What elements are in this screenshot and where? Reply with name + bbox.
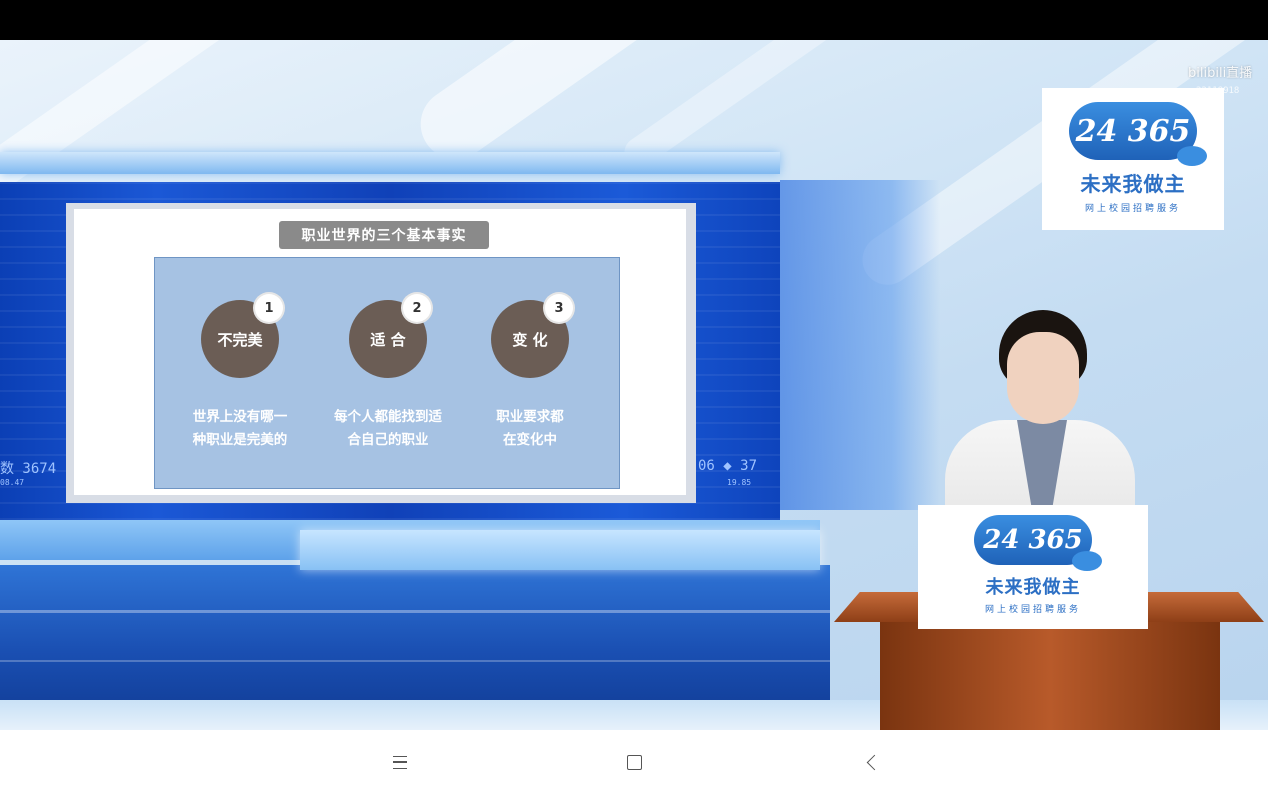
watermark-id: 22118918: [1196, 86, 1240, 96]
menu-button[interactable]: [380, 742, 420, 782]
studio-side-panel: [780, 180, 940, 510]
fact-circle: 变 化 3: [491, 294, 573, 378]
studio-desk-light: [300, 530, 820, 570]
fact-description: 世界上没有哪一 种职业是完美的: [192, 409, 288, 448]
status-bar: [0, 0, 1268, 40]
fact-label: 适 合: [370, 330, 406, 349]
chevron-left-icon: [866, 754, 882, 770]
fact-item: 变 化 3 职业要求都 在变化中: [455, 294, 605, 452]
square-home-icon: [626, 754, 642, 770]
fact-item: 适 合 2 每个人都能找到适 合自己的职业: [313, 294, 463, 452]
desk-stripe: [0, 660, 830, 662]
logo-subtitle: 网上校园招聘服务: [1084, 204, 1181, 214]
cloud-logo-icon: 24 365: [974, 515, 1102, 571]
home-button[interactable]: [614, 742, 654, 782]
fact-number-badge: 3: [545, 294, 573, 322]
logo-subtitle: 网上校园招聘服务: [984, 605, 1081, 615]
fact-item: 不完美 1 世界上没有哪一 种职业是完美的: [165, 294, 315, 452]
presenter-face: [1007, 332, 1079, 424]
android-navigation-bar: [0, 730, 1268, 793]
podium: [880, 622, 1220, 730]
cloud-logo-icon: 24 365: [1069, 102, 1207, 166]
logo-number: 24 365: [983, 525, 1083, 555]
fact-circle: 不完美 1: [201, 294, 283, 378]
slide-title: 职业世界的三个基本事实: [279, 221, 489, 249]
studio-desk: [0, 565, 830, 710]
presentation-slide: 职业世界的三个基本事实 不完美 1 世界上没有哪一 种职业是完美的 适 合 2 …: [66, 203, 696, 503]
presenter: [945, 310, 1135, 560]
ticker-right-small: 19.85: [727, 478, 752, 487]
fact-description: 职业要求都 在变化中: [496, 409, 564, 448]
fact-description: 每个人都能找到适 合自己的职业: [334, 409, 442, 448]
logo-title: 未来我做主: [985, 577, 1081, 598]
desk-stripe: [0, 610, 830, 613]
video-player[interactable]: 数 3674 08.47 06 ◆ 37 19.85 职业世界的三个基本事实 不…: [0, 40, 1268, 730]
brand-logo-podium: 24 365 未来我做主 网上校园招聘服务: [918, 505, 1148, 629]
ticker-left: 数 3674: [0, 461, 57, 477]
ticker-left-small: 08.47: [0, 478, 25, 487]
brand-logo-top: 24 365 未来我做主 网上校园招聘服务: [1042, 88, 1224, 230]
ticker-right: 06 ◆ 37: [698, 458, 758, 474]
slide-content: 职业世界的三个基本事实 不完美 1 世界上没有哪一 种职业是完美的 适 合 2 …: [74, 209, 686, 495]
fact-label: 不完美: [217, 330, 263, 349]
logo-number: 24 365: [1075, 113, 1191, 149]
studio-screen-frame: [0, 152, 780, 174]
fact-circle: 适 合 2: [349, 294, 431, 378]
fact-number-badge: 1: [255, 294, 283, 322]
fact-label: 变 化: [512, 330, 548, 349]
back-button[interactable]: [852, 742, 892, 782]
menu-icon: [393, 755, 407, 769]
facts-box: 不完美 1 世界上没有哪一 种职业是完美的 适 合 2 每个人都能找到适 合自己…: [154, 257, 620, 489]
fact-number-badge: 2: [403, 294, 431, 322]
logo-title: 未来我做主: [1080, 172, 1186, 196]
bilibili-watermark: bilibili直播: [1188, 66, 1253, 81]
